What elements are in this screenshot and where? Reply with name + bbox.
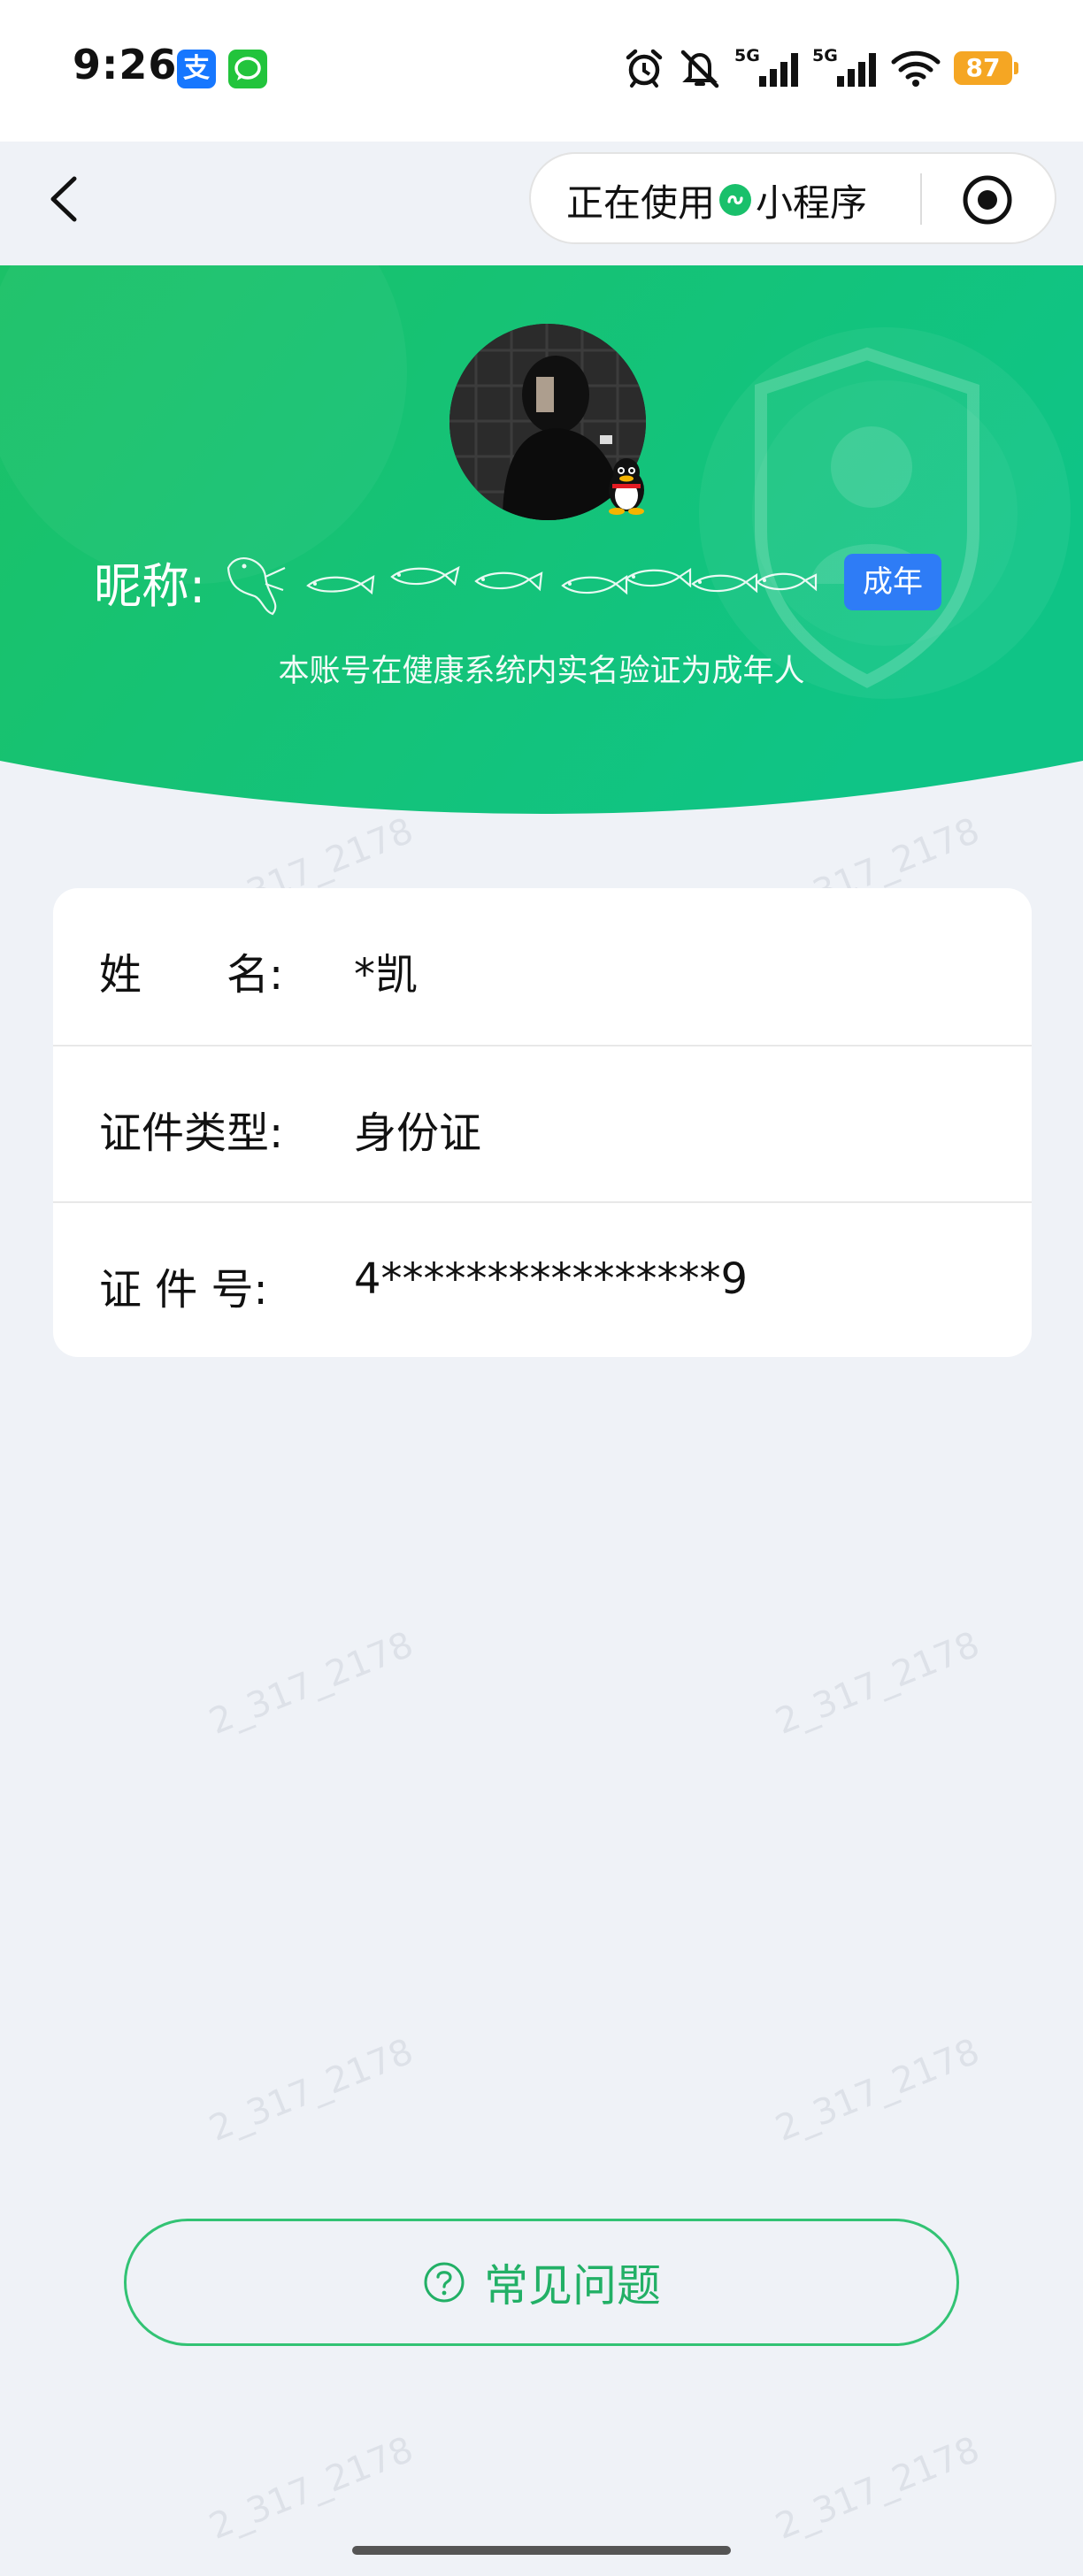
status-time: 9:26 [73, 41, 178, 88]
mini-program-capsule[interactable]: 正在使用 小程序 [529, 152, 1056, 244]
id-type-value: 身份证 [354, 1108, 482, 1158]
id-number-label: 证 件 号: [99, 1265, 268, 1315]
nickname-row: 昵称: [94, 541, 821, 621]
name-value: *凯 [354, 950, 419, 1000]
adult-badge: 成年 [844, 554, 941, 610]
close-mini-program-icon[interactable] [959, 172, 1016, 228]
question-icon [424, 2262, 465, 2303]
watermark: 2_317_2178 [204, 2429, 419, 2548]
faq-button[interactable]: 常见问题 [124, 2219, 959, 2346]
watermark: 2_317_2178 [770, 2429, 986, 2548]
nickname-fish-drawing [227, 557, 818, 616]
status-bar: 9:26 支 5G 5G 87 [0, 0, 1083, 142]
wifi-icon [891, 50, 941, 87]
nickname-label: 昵称: [94, 557, 206, 614]
status-indicators: 5G 5G 87 [623, 46, 1018, 90]
back-button[interactable] [39, 168, 92, 230]
mute-bell-icon [680, 50, 719, 88]
qq-penguin-icon [609, 458, 644, 515]
battery-indicator: 87 [954, 51, 1018, 85]
verification-text: 本账号在健康系统内实名验证为成年人 [278, 654, 805, 689]
info-row-id-number: 证 件 号: 4****************9 [53, 1201, 1032, 1357]
identity-info-card: 姓 名: *凯 证件类型: 身份证 证 件 号: 4**************… [53, 888, 1032, 1357]
alipay-icon: 支 [177, 50, 216, 88]
mini-program-icon [719, 184, 752, 216]
home-indicator[interactable] [352, 2546, 731, 2555]
capsule-divider [920, 173, 922, 225]
watermark: 2_317_2178 [204, 2031, 419, 2150]
id-number-value: 4****************9 [354, 1254, 749, 1304]
id-type-label: 证件类型: [99, 1108, 284, 1158]
info-row-id-type: 证件类型: 身份证 [53, 1045, 1032, 1202]
message-icon [228, 50, 267, 88]
watermark: 2_317_2178 [770, 2031, 986, 2150]
capsule-label-part2: 小程序 [756, 180, 868, 225]
signal-icon-2: 5G [812, 46, 878, 90]
alarm-icon [626, 49, 663, 88]
name-label: 姓 名: [99, 950, 284, 1000]
faq-label: 常见问题 [484, 2260, 661, 2312]
watermark: 2_317_2178 [770, 1624, 986, 1743]
capsule-status-label: 正在使用 小程序 [566, 177, 867, 225]
capsule-label-part1: 正在使用 [566, 180, 716, 225]
watermark: 2_317_2178 [204, 1624, 419, 1743]
signal-icon-1: 5G [734, 46, 800, 90]
info-row-name: 姓 名: *凯 [53, 888, 1032, 1044]
